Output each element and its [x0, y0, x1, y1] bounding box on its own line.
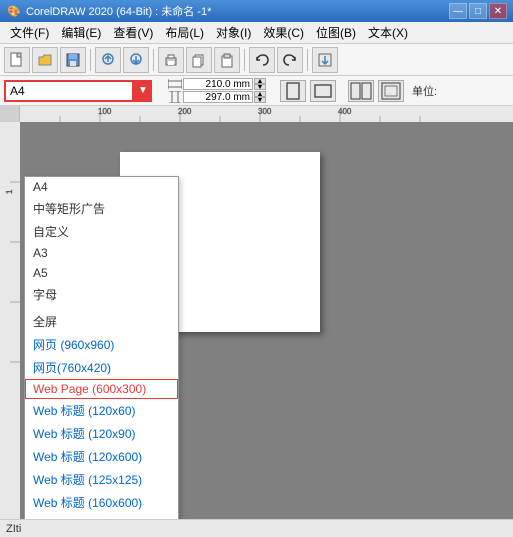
main-area: 1 A4 中等矩形广告 自定义 A3 A5 字母 全屏: [0, 122, 513, 519]
width-row: ▲ ▼: [168, 78, 266, 90]
svg-text:1: 1: [5, 189, 14, 194]
portrait-button[interactable]: [280, 80, 306, 102]
main-toolbar: [0, 44, 513, 76]
svg-text:300: 300: [258, 107, 272, 116]
maximize-button[interactable]: □: [469, 3, 487, 19]
dropdown-item-a5[interactable]: A5: [25, 263, 178, 283]
horizontal-ruler: 100 200 300 400: [20, 106, 513, 122]
page-size-dropdown-list: A4 中等矩形广告 自定义 A3 A5 字母 全屏 网页 (960x960) 网…: [24, 176, 179, 519]
ruler-svg: 100 200 300 400: [20, 106, 513, 122]
dropdown-item-fullscreen[interactable]: 全屏: [25, 310, 178, 333]
dropdown-item-web-banner-125x125[interactable]: Web 标题 (125x125): [25, 468, 178, 491]
menu-bitmap[interactable]: 位图(B): [310, 22, 362, 43]
page-toolbar: A4 ▼ ▲ ▼ ▲ ▼: [0, 76, 513, 106]
menu-text[interactable]: 文本(X): [362, 22, 414, 43]
dropdown-item-web-960[interactable]: 网页 (960x960): [25, 333, 178, 356]
redo-button[interactable]: [277, 47, 303, 73]
close-button[interactable]: ✕: [489, 3, 507, 19]
dropdown-item-medium-rect[interactable]: 中等矩形广告: [25, 197, 178, 220]
minimize-button[interactable]: —: [449, 3, 467, 19]
width-icon: [168, 78, 182, 90]
svg-text:100: 100: [98, 107, 112, 116]
size-inputs: ▲ ▼ ▲ ▼: [168, 78, 266, 103]
ruler-corner: [0, 106, 20, 122]
app-icon: 🎨: [6, 3, 22, 19]
dropdown-item-web-banner-120x600[interactable]: Web 标题 (120x600): [25, 445, 178, 468]
menu-file[interactable]: 文件(F): [4, 22, 55, 43]
width-spinner: ▲ ▼: [254, 78, 266, 90]
undo-button[interactable]: [249, 47, 275, 73]
open-button[interactable]: [32, 47, 58, 73]
menu-view[interactable]: 查看(V): [107, 22, 159, 43]
print-button[interactable]: [158, 47, 184, 73]
import-button[interactable]: [312, 47, 338, 73]
page-layout-button[interactable]: [348, 80, 374, 102]
height-spinner: ▲ ▼: [254, 91, 266, 103]
page-size-dropdown[interactable]: A4 ▼: [4, 80, 152, 102]
window-controls: — □ ✕: [449, 3, 507, 19]
dropdown-item-letter[interactable]: 字母: [25, 283, 178, 306]
title-text: CorelDRAW 2020 (64-Bit) : 未命名 -1*: [26, 3, 449, 19]
dropdown-item-a3[interactable]: A3: [25, 243, 178, 263]
svg-text:400: 400: [338, 107, 352, 116]
toolbar-separator-4: [307, 49, 308, 71]
toolbar-separator-2: [153, 49, 154, 71]
copy-button[interactable]: [186, 47, 212, 73]
page-size-select[interactable]: A4: [4, 80, 134, 102]
dropdown-item-a4[interactable]: A4: [25, 177, 178, 197]
menu-object[interactable]: 对象(I): [210, 22, 257, 43]
dropdown-item-web-banner-120x60[interactable]: Web 标题 (120x60): [25, 399, 178, 422]
menu-layout[interactable]: 布局(L): [159, 22, 210, 43]
paste-button[interactable]: [214, 47, 240, 73]
width-input[interactable]: [183, 78, 253, 90]
dropdown-item-web-banner-160x600[interactable]: Web 标题 (160x600): [25, 491, 178, 514]
menu-bar: 文件(F) 编辑(E) 查看(V) 布局(L) 对象(I) 效果(C) 位图(B…: [0, 22, 513, 44]
upload-button[interactable]: [95, 47, 121, 73]
toolbar-separator-3: [244, 49, 245, 71]
vertical-ruler: 1: [0, 122, 20, 519]
status-bar: ZIti: [0, 519, 513, 537]
canvas-container: A4 中等矩形广告 自定义 A3 A5 字母 全屏 网页 (960x960) 网…: [20, 122, 513, 519]
status-text: ZIti: [6, 523, 21, 535]
dropdown-item-web-760[interactable]: 网页(760x420): [25, 356, 178, 379]
height-row: ▲ ▼: [168, 91, 266, 103]
page-border-button[interactable]: [378, 80, 404, 102]
dropdown-item-web-page-600[interactable]: Web Page (600x300): [25, 379, 178, 399]
toolbar-separator-1: [90, 49, 91, 71]
landscape-button[interactable]: [310, 80, 336, 102]
page-size-value: A4: [10, 84, 25, 98]
new-button[interactable]: [4, 47, 30, 73]
vertical-ruler-svg: 1: [0, 122, 20, 519]
height-down-button[interactable]: ▼: [254, 97, 266, 103]
download-button[interactable]: [123, 47, 149, 73]
dropdown-item-web-banner-250x250[interactable]: Web 标题 (250x250): [25, 514, 178, 519]
ruler-row: 100 200 300 400: [0, 106, 513, 122]
height-icon: [168, 91, 182, 103]
dropdown-item-custom[interactable]: 自定义: [25, 220, 178, 243]
menu-effects[interactable]: 效果(C): [257, 22, 310, 43]
height-input[interactable]: [183, 91, 253, 103]
dropdown-arrow-button[interactable]: ▼: [134, 80, 152, 102]
canvas-area: 100 200 300 400 1: [0, 106, 513, 519]
width-down-button[interactable]: ▼: [254, 84, 266, 90]
title-bar: 🎨 CorelDRAW 2020 (64-Bit) : 未命名 -1* — □ …: [0, 0, 513, 22]
unit-label: 单位:: [412, 83, 437, 99]
save-button[interactable]: [60, 47, 86, 73]
svg-text:200: 200: [178, 107, 192, 116]
menu-edit[interactable]: 编辑(E): [55, 22, 107, 43]
dropdown-item-web-banner-120x90[interactable]: Web 标题 (120x90): [25, 422, 178, 445]
